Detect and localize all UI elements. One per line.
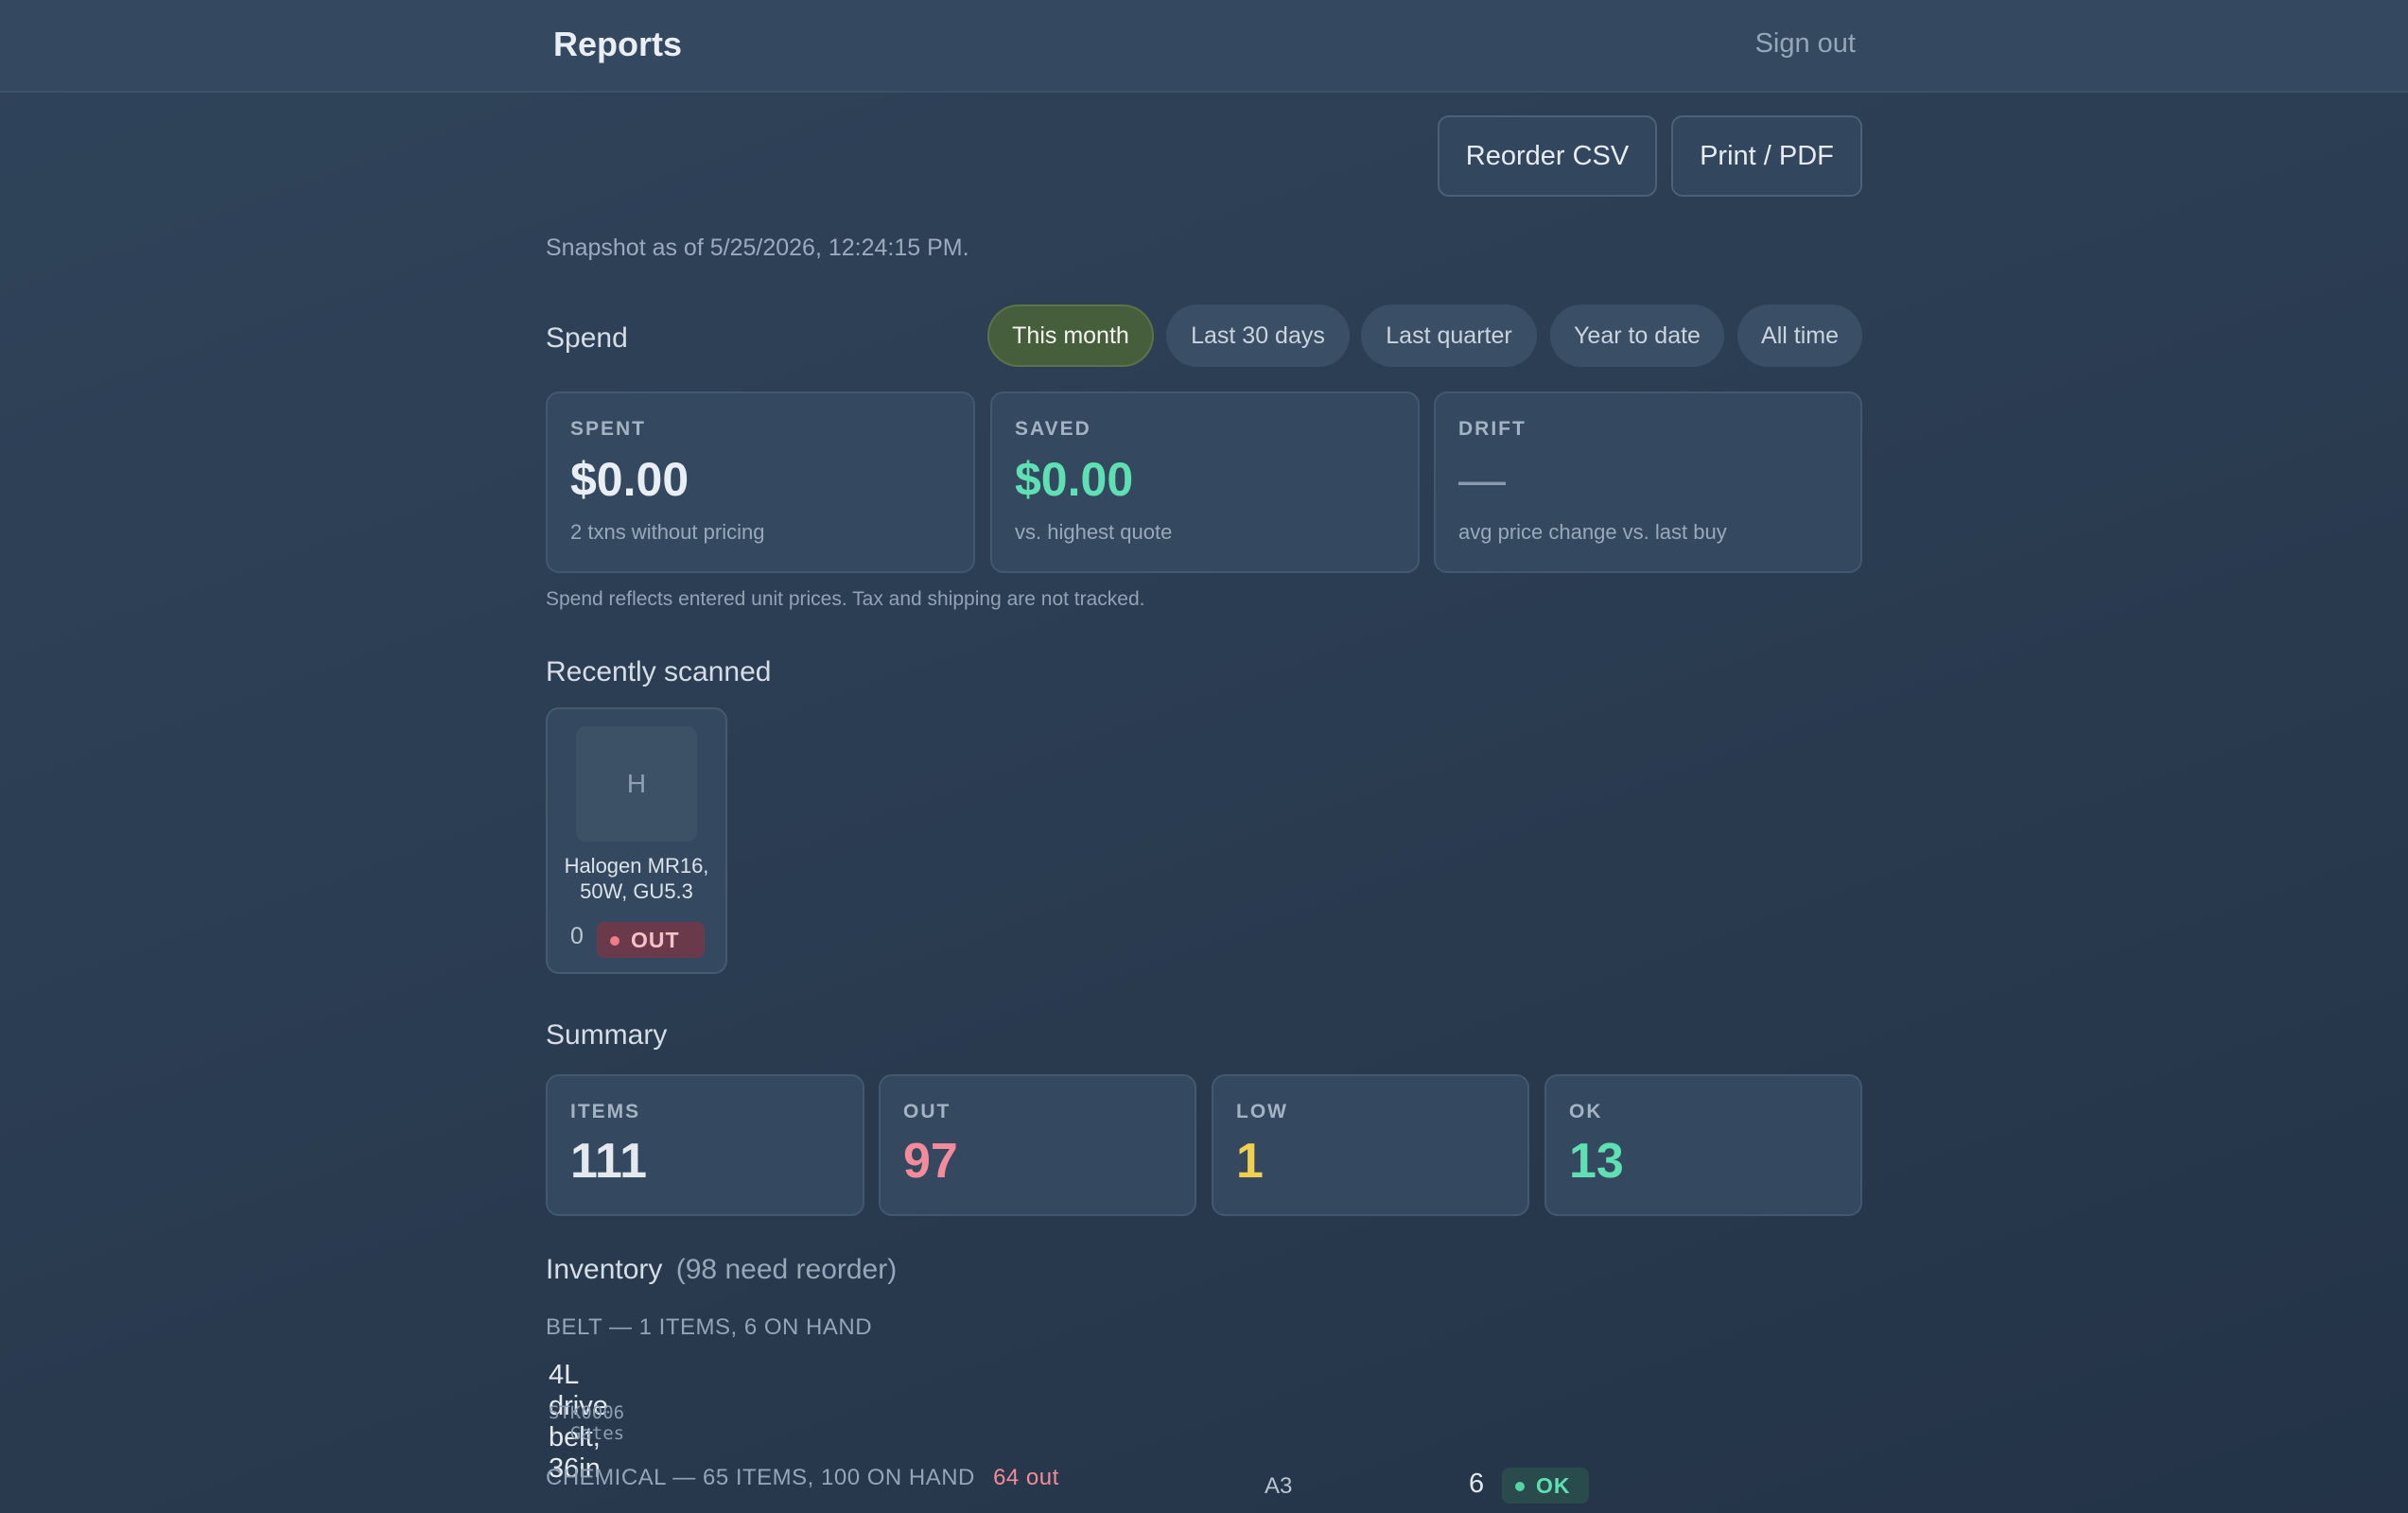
spend-heading: Spend [546,322,628,354]
spend-footnote: Spend reflects entered unit prices. Tax … [546,588,1145,610]
saved-value: $0.00 [1015,453,1134,506]
recent-item-name-line2: 50W, GU5.3 [580,879,693,903]
recently-scanned-heading: Recently scanned [546,656,772,687]
inventory-title: Inventory [546,1254,663,1285]
status-dot-icon [610,936,619,946]
saved-note: vs. highest quote [1015,520,1173,544]
out-value: 97 [903,1134,958,1189]
main-content: Reorder CSV Print / PDF Snapshot as of 5… [546,91,1862,1513]
reorder-count: (98 need reorder) [675,1254,898,1285]
sign-out-link[interactable]: Sign out [1755,28,1856,60]
low-label: LOW [1236,1101,1288,1122]
status-dot-icon [1515,1482,1525,1491]
recent-item-card[interactable]: H Halogen MR16, 50W, GU5.3 0 OUT [546,707,727,974]
saved-card: SAVED $0.00 vs. highest quote [990,391,1420,573]
summary-heading: Summary [546,1019,668,1051]
inventory-item-meta: STK0006 · Gates [549,1402,625,1444]
status-badge: OK [1502,1468,1589,1504]
out-count-note: 64 out [993,1465,1059,1490]
summary-ok-card: OK 13 [1544,1074,1862,1216]
status-badge: OUT [597,922,705,958]
drift-label: DRIFT [1458,418,1527,440]
items-label: ITEMS [570,1101,641,1122]
low-value: 1 [1236,1134,1264,1189]
range-all-time[interactable]: All time [1737,304,1862,367]
summary-items-card: ITEMS 111 [546,1074,864,1216]
spent-label: SPENT [570,418,647,440]
ok-value: 13 [1569,1134,1624,1189]
item-thumbnail: H [576,726,697,842]
inventory-group-heading: CHEMICAL — 65 ITEMS, 100 ON HAND 64 out [546,1465,1059,1491]
range-last-30-days[interactable]: Last 30 days [1166,304,1350,367]
summary-out-card: OUT 97 [879,1074,1196,1216]
spent-card: SPENT $0.00 2 txns without pricing [546,391,975,573]
range-year-to-date[interactable]: Year to date [1550,304,1724,367]
out-label: OUT [903,1101,951,1122]
recent-item-name: Halogen MR16, 50W, GU5.3 [548,853,725,904]
saved-label: SAVED [1015,418,1091,440]
snapshot-timestamp: Snapshot as of 5/25/2026, 12:24:15 PM. [546,235,969,261]
status-badge-label: OK [1536,1473,1571,1498]
inventory-group-heading-text: CHEMICAL — 65 ITEMS, 100 ON HAND [546,1465,975,1490]
page-title: Reports [553,25,683,63]
range-last-quarter[interactable]: Last quarter [1361,304,1537,367]
status-badge-label: OUT [631,928,680,952]
drift-value: — [1458,453,1506,506]
recent-item-name-line1: Halogen MR16, [564,854,709,878]
spent-value: $0.00 [570,453,689,506]
inventory-heading: Inventory (98 need reorder) [546,1254,897,1286]
spent-note: 2 txns without pricing [570,520,765,544]
print-pdf-button[interactable]: Print / PDF [1671,115,1862,197]
inventory-item-qty: 6 [1469,1469,1485,1499]
range-this-month[interactable]: This month [987,304,1154,367]
reorder-csv-button[interactable]: Reorder CSV [1438,115,1657,197]
drift-card: DRIFT — avg price change vs. last buy [1434,391,1862,573]
inventory-item-location: A3 [1265,1473,1293,1499]
recent-item-qty: 0 [570,923,584,949]
ok-label: OK [1569,1101,1603,1122]
items-value: 111 [570,1134,648,1189]
drift-note: avg price change vs. last buy [1458,520,1727,544]
summary-low-card: LOW 1 [1212,1074,1529,1216]
top-bar: Reports Sign out [0,0,2408,93]
inventory-group-heading: BELT — 1 ITEMS, 6 ON HAND [546,1314,873,1340]
